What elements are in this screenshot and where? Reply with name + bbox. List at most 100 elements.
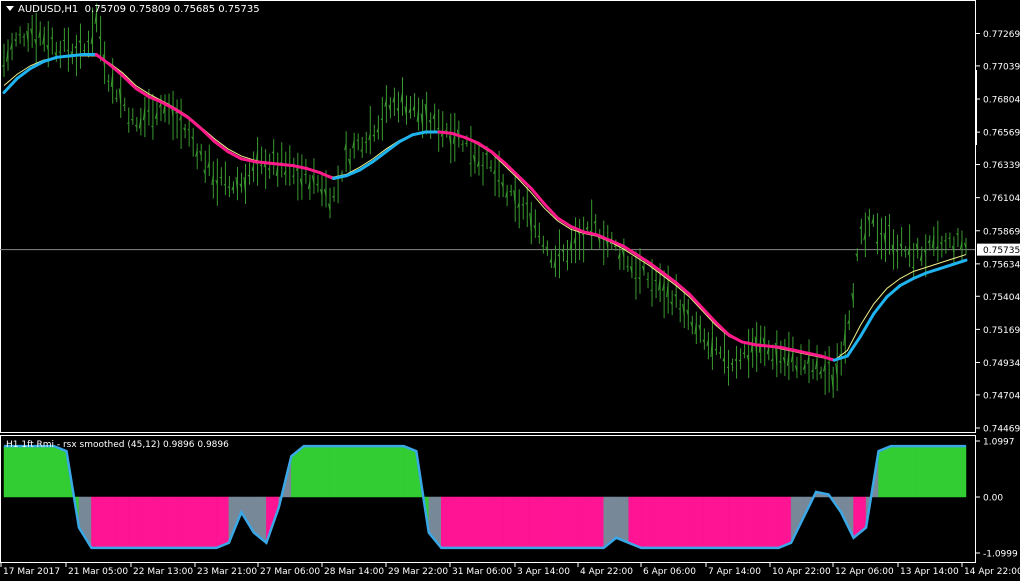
time-tick-label: 10 Apr 22:00 (772, 567, 831, 577)
price-bar-tick (62, 39, 65, 42)
oscillator-fill-segment (203, 496, 217, 549)
time-tick-label: 28 Mar 14:00 (324, 567, 384, 577)
oscillator-fill-segment (141, 496, 155, 549)
oscillator-fill-segment (578, 496, 592, 549)
oscillator-fill-segment (391, 445, 405, 498)
time-tick-label: 31 Mar 06:00 (452, 567, 512, 577)
ma-fast-down-segment (437, 130, 454, 135)
oscillator-fill-segment (528, 496, 542, 549)
price-bar-tick (887, 224, 890, 227)
dropdown-arrow-icon[interactable] (6, 6, 14, 11)
oscillator-fill-segment (28, 445, 42, 498)
chart-canvas[interactable]: 0.77269 0.77039 0.76804 0.76569 0.76339 0.761… (0, 0, 1020, 581)
time-tick-label: 13 Apr 14:00 (900, 567, 959, 577)
time-tick-label: 23 Mar 21:00 (197, 567, 257, 577)
oscillator-fill-segment (890, 445, 904, 498)
oscillator-fill-segment (628, 496, 642, 549)
oscillator-label: H1 1ft Rmi - rsx smoothed (45,12) 0.9896… (6, 440, 229, 450)
oscillator-fill-segment (740, 496, 754, 549)
oscillator-fill-segment (878, 445, 892, 498)
oscillator-fill-segment (128, 496, 142, 549)
time-tick-label: 22 Mar 13:00 (133, 567, 193, 577)
price-tick-label: 0.76569 (983, 129, 1020, 139)
time-tick-label: 3 Apr 14:00 (517, 567, 570, 577)
oscillator-fill-segment (665, 496, 679, 549)
oscillator-fill-segment (590, 496, 604, 549)
oscillator-fill-segment (166, 496, 180, 549)
oscillator-fill-segment (441, 496, 455, 549)
oscillator-fill-segment (540, 496, 554, 549)
ohlc-values: 0.75709 0.75809 0.75685 0.75735 (84, 4, 260, 15)
time-tick-label: 27 Mar 06:00 (260, 567, 320, 577)
oscillator-fill-segment (903, 445, 917, 498)
oscillator-fill-segment (153, 496, 167, 549)
price-tick-label: 0.75404 (983, 293, 1020, 303)
oscillator-fill-segment (503, 496, 517, 549)
osc-tick-label: -1.0999 (983, 550, 1018, 560)
price-tick-label: 0.76339 (983, 161, 1020, 171)
time-tick-label: 21 Mar 05:00 (68, 567, 128, 577)
osc-tick-label: 0.00 (983, 493, 1003, 503)
oscillator-fill-segment (453, 496, 467, 549)
scrollbar-handle[interactable] (975, 70, 977, 145)
symbol-label: AUDUSD,H1 (18, 4, 79, 15)
oscillator-fill-segment (116, 496, 130, 549)
oscillator-fill-segment (41, 445, 55, 498)
time-tick-label: 17 Mar 2017 (3, 567, 60, 577)
price-bar-tick (219, 176, 222, 179)
time-tick-label: 7 Apr 14:00 (708, 567, 761, 577)
oscillator-fill-segment (403, 445, 417, 498)
oscillator-fill-segment (940, 445, 954, 498)
oscillator-fill-segment (466, 496, 480, 549)
price-tick-label: 0.75634 (983, 260, 1020, 270)
price-bar-tick (678, 308, 681, 310)
oscillator-fill-segment (553, 496, 567, 549)
symbol-header[interactable]: AUDUSD,H1 0.75709 0.75809 0.75685 0.7573… (6, 4, 260, 15)
oscillator-fill-segment (915, 445, 929, 498)
oscillator-fill-segment (378, 445, 392, 498)
price-bar-tick (292, 175, 295, 177)
time-tick-label: 12 Apr 06:00 (835, 567, 894, 577)
oscillator-fill-segment (678, 496, 692, 549)
price-tick-label: 0.74704 (983, 391, 1020, 401)
ma-fast-up-segment (55, 54, 72, 59)
oscillator-fill-segment (353, 445, 367, 498)
ma-fast-down-segment (279, 162, 296, 168)
time-tick-label: 6 Apr 06:00 (643, 567, 696, 577)
oscillator-fill-segment (316, 445, 330, 498)
oscillator-fill-segment (103, 496, 117, 549)
oscillator-fill-segment (191, 496, 205, 549)
price-tick-label: 0.75869 (983, 227, 1020, 237)
ma-fast-down-segment (266, 161, 283, 166)
oscillator-fill-segment (640, 496, 654, 549)
oscillator-fill-segment (615, 496, 629, 544)
price-tick-label: 0.76804 (983, 96, 1020, 106)
oscillator-fill-segment (341, 445, 355, 498)
oscillator-fill-segment (3, 445, 17, 498)
price-bar-tick (521, 204, 524, 206)
ma-fast-down-segment (753, 343, 770, 348)
price-tick-label: 0.74469 (983, 425, 1020, 435)
time-tick-label: 4 Apr 22:00 (580, 567, 633, 577)
oscillator-fill-segment (91, 496, 105, 549)
ma-fast-down-segment (252, 160, 270, 165)
ma-fast-up-segment (68, 52, 85, 58)
price-bar-tick (654, 279, 657, 282)
oscillator-fill-segment (778, 496, 792, 549)
time-tick-label: 29 Mar 22:00 (388, 567, 448, 577)
oscillator-fill-segment (703, 496, 717, 549)
oscillator-fill-segment (728, 496, 742, 549)
price-bar-tick (86, 40, 89, 43)
oscillator-fill-segment (515, 496, 529, 549)
price-tick-label: 0.77269 (983, 30, 1020, 40)
oscillator-fill-segment (178, 496, 192, 549)
oscillator-fill-segment (565, 496, 579, 549)
oscillator-fill-segment (928, 445, 942, 498)
current-price-label: 0.75735 (983, 246, 1020, 256)
oscillator-fill-segment (16, 445, 30, 498)
price-bar-tick (537, 235, 540, 238)
price-bar-tick (18, 34, 21, 36)
oscillator-fill-segment (715, 496, 729, 549)
oscillator-fill-segment (765, 496, 779, 549)
price-tick-label: 0.75169 (983, 326, 1020, 336)
